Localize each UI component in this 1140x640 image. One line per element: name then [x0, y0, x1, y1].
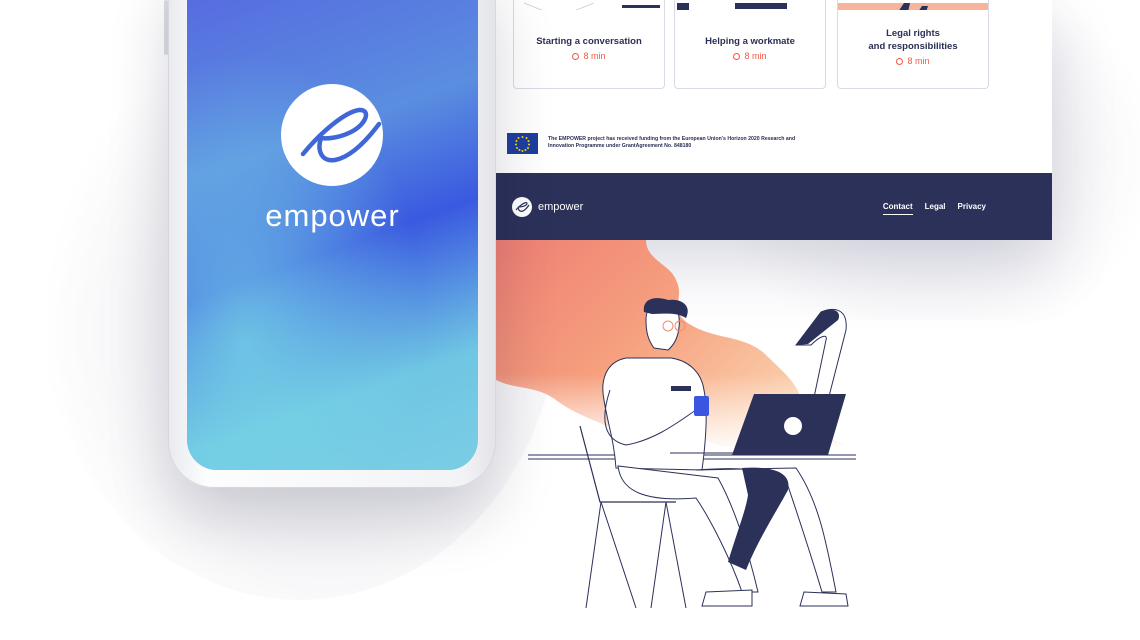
- footer-logo[interactable]: empower: [512, 197, 583, 217]
- empower-e-logo: [512, 197, 532, 217]
- screen-gradient-overlay: [187, 0, 478, 470]
- card-thumbnail: [675, 0, 825, 10]
- clock-icon: [572, 52, 580, 60]
- card-title: Helping a workmate: [705, 36, 795, 47]
- course-card-starting-conversation[interactable]: Starting a conversation 8 min: [513, 0, 665, 89]
- website-preview: Starting a conversation 8 min Helping a …: [496, 0, 1052, 240]
- course-card-helping-workmate[interactable]: Helping a workmate 8 min: [674, 0, 826, 89]
- footer-brand: empower: [538, 201, 584, 213]
- eu-flag-icon: [507, 133, 538, 154]
- footer-nav: Contact Legal Privacy: [882, 202, 986, 215]
- app-name: empower: [265, 198, 400, 233]
- funding-notice: The EMPOWER project has received funding…: [548, 136, 796, 149]
- footer-link-contact[interactable]: Contact: [882, 202, 913, 215]
- card-title-line1: Legal rights: [886, 28, 940, 39]
- card-duration: 8 min: [514, 51, 664, 61]
- footer-link-legal[interactable]: Legal: [925, 202, 946, 215]
- phone-screen: empower: [187, 0, 478, 470]
- clock-icon: [896, 57, 904, 65]
- card-thumbnail: [514, 0, 664, 10]
- person-laptop-illustration: [496, 240, 856, 609]
- card-duration: 8 min: [675, 51, 825, 61]
- card-title-line2: and responsibilities: [868, 41, 958, 52]
- card-duration: 8 min: [838, 56, 988, 66]
- footer-link-privacy[interactable]: Privacy: [958, 202, 986, 215]
- course-card-legal-rights[interactable]: Legal rights and responsibilities 8 min: [837, 0, 989, 89]
- empower-e-logo: [281, 84, 383, 186]
- clock-icon: [733, 52, 741, 60]
- card-title: Starting a conversation: [536, 36, 642, 47]
- site-footer: empower Contact Legal Privacy: [496, 173, 1052, 240]
- card-thumbnail: [838, 0, 988, 10]
